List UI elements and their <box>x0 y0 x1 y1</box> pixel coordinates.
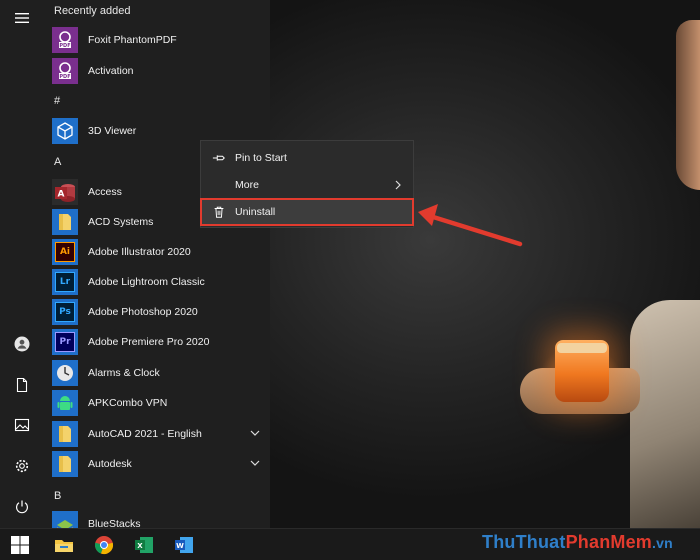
pin-icon <box>211 150 227 166</box>
app-item-foxit-phantompdf[interactable]: PDF Foxit PhantomPDF <box>52 26 262 54</box>
menu-item-label: More <box>235 179 259 191</box>
svg-text:PDF: PDF <box>59 43 70 49</box>
svg-text:W: W <box>176 542 184 550</box>
app-item-alarms-clock[interactable]: Alarms & Clock <box>52 359 262 387</box>
start-menu-rail <box>0 0 44 528</box>
app-item-autodesk[interactable]: Autodesk <box>52 450 262 478</box>
file-explorer-icon[interactable] <box>44 529 84 560</box>
app-item-adobe-photoshop[interactable]: Ps Adobe Photoshop 2020 <box>52 298 262 326</box>
svg-text:PDF: PDF <box>59 74 70 80</box>
app-label: Alarms & Clock <box>88 367 160 379</box>
app-label: Adobe Illustrator 2020 <box>88 246 191 258</box>
svg-text:X: X <box>137 542 143 550</box>
app-label: Foxit PhantomPDF <box>88 34 177 46</box>
app-item-adobe-illustrator[interactable]: Ai Adobe Illustrator 2020 <box>52 238 262 266</box>
section-header-b[interactable]: B <box>54 490 61 502</box>
illustrator-icon-text: Ai <box>59 247 71 257</box>
app-label: AutoCAD 2021 - English <box>88 428 202 440</box>
app-label: Autodesk <box>88 458 132 470</box>
chrome-icon[interactable] <box>84 529 124 560</box>
app-item-apkcombo-vpn[interactable]: APKCombo VPN <box>52 389 262 417</box>
power-icon[interactable] <box>0 489 44 525</box>
app-label: Adobe Lightroom Classic <box>88 276 205 288</box>
foxit-pdf-icon: PDF <box>52 27 78 53</box>
menu-item-label: Pin to Start <box>235 152 287 164</box>
app-label: Access <box>88 186 122 198</box>
app-item-adobe-premiere[interactable]: Pr Adobe Premiere Pro 2020 <box>52 328 262 356</box>
wallpaper-candle-wax <box>557 343 607 353</box>
android-icon <box>52 390 78 416</box>
pictures-icon[interactable] <box>0 407 44 443</box>
user-icon[interactable] <box>0 326 44 362</box>
chevron-right-icon <box>395 180 401 190</box>
lightroom-icon: Lr <box>52 269 78 295</box>
annotation-arrow-icon <box>418 204 523 247</box>
menu-item-pin-to-start[interactable]: Pin to Start <box>201 145 413 171</box>
chevron-down-icon[interactable] <box>250 428 260 438</box>
section-header-a[interactable]: A <box>54 156 61 168</box>
premiere-icon: Pr <box>52 329 78 355</box>
chevron-down-icon[interactable] <box>250 458 260 468</box>
premiere-icon-text: Pr <box>59 337 71 347</box>
gear-icon[interactable] <box>0 448 44 484</box>
clock-icon <box>52 360 78 386</box>
folder-icon <box>52 421 78 447</box>
photoshop-icon: Ps <box>52 299 78 325</box>
app-label: Adobe Premiere Pro 2020 <box>88 336 210 348</box>
app-label: Adobe Photoshop 2020 <box>88 306 198 318</box>
app-item-autocad-2021[interactable]: AutoCAD 2021 - English <box>52 420 262 448</box>
app-label: APKCombo VPN <box>88 397 168 409</box>
watermark-logo: ThuThuatPhanMem.vn <box>482 532 673 552</box>
document-icon[interactable] <box>0 367 44 403</box>
app-item-adobe-lightroom[interactable]: Lr Adobe Lightroom Classic <box>52 268 262 296</box>
foxit-pdf-icon: PDF <box>52 58 78 84</box>
menu-item-label: Uninstall <box>235 206 276 218</box>
illustrator-icon: Ai <box>52 239 78 265</box>
trash-icon <box>211 204 227 220</box>
photoshop-icon-text: Ps <box>59 307 71 317</box>
app-list[interactable]: Recently added PDF Foxit PhantomPDF PDF … <box>44 0 270 537</box>
app-item-activation[interactable]: PDF Activation <box>52 57 262 85</box>
access-icon: A <box>52 179 78 205</box>
svg-text:A: A <box>58 190 65 200</box>
windows-icon[interactable] <box>0 529 40 560</box>
context-menu: Pin to Start More Uninstall <box>200 140 414 228</box>
section-header-recent: Recently added <box>54 5 131 17</box>
app-label: Activation <box>88 65 134 77</box>
menu-item-more[interactable]: More <box>201 172 413 198</box>
app-label: ACD Systems <box>88 216 154 228</box>
menu-item-uninstall[interactable]: Uninstall <box>200 198 414 226</box>
lightroom-icon-text: Lr <box>59 277 71 287</box>
wallpaper-person-face <box>676 20 700 190</box>
hamburger-icon[interactable] <box>0 0 44 36</box>
cube-icon <box>52 118 78 144</box>
word-icon[interactable]: W <box>164 529 204 560</box>
excel-icon[interactable]: X <box>124 529 164 560</box>
app-label: 3D Viewer <box>88 125 137 137</box>
section-header-hash[interactable]: # <box>54 95 60 107</box>
folder-icon <box>52 209 78 235</box>
folder-icon <box>52 451 78 477</box>
wallpaper-clothing <box>630 300 700 528</box>
